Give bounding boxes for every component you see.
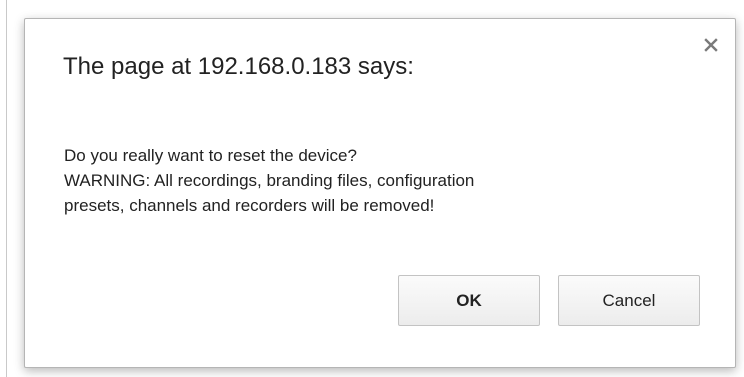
page-edge-divider (6, 0, 7, 377)
ok-button[interactable]: OK (398, 275, 540, 326)
message-line: Do you really want to reset the device? (64, 146, 357, 165)
message-line: WARNING: All recordings, branding files,… (64, 171, 475, 190)
message-line: presets, channels and recorders will be … (64, 196, 435, 215)
close-icon (704, 38, 718, 52)
dialog-title: The page at 192.168.0.183 says: (63, 53, 414, 80)
dialog-message: Do you really want to reset the device? … (64, 143, 474, 218)
cancel-button[interactable]: Cancel (558, 275, 700, 326)
alert-dialog: The page at 192.168.0.183 says: Do you r… (24, 18, 736, 368)
close-button[interactable] (703, 37, 719, 53)
